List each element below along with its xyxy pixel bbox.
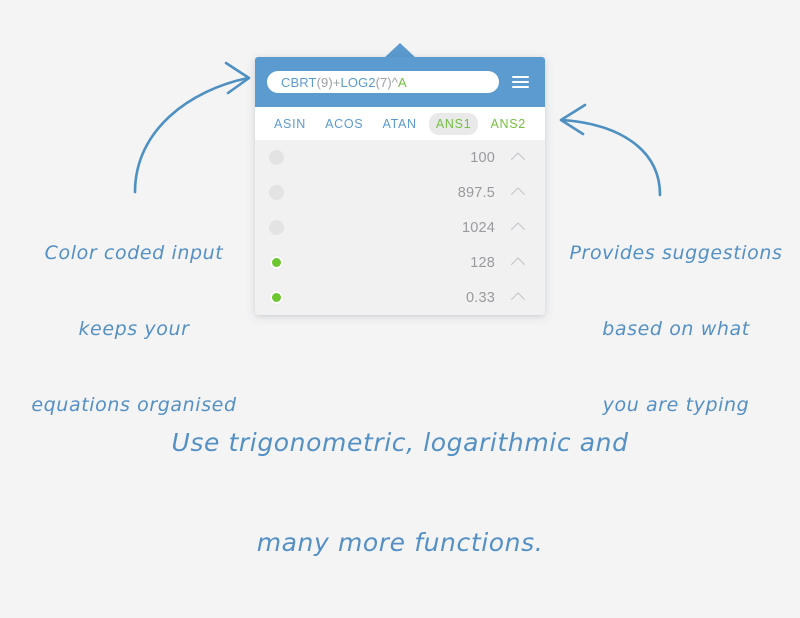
arrow-to-tabs-curve: [560, 118, 662, 197]
arrow-to-tabs-head: [559, 103, 587, 136]
calculator-popup-panel: CBRT(9)+LOG2(7)^A ASIN ACOS ATAN ANS1 ANS2 1…: [255, 57, 545, 315]
equation-input[interactable]: CBRT(9)+LOG2(7)^A: [267, 71, 499, 93]
chevron-up-glyph: [510, 256, 526, 271]
suggestion-tab-ans1[interactable]: ANS1: [428, 112, 479, 135]
result-row[interactable]: 0.33: [255, 280, 545, 315]
status-dot-inactive[interactable]: [269, 150, 284, 165]
chevron-up-icon[interactable]: [507, 217, 529, 239]
result-value: 128: [470, 254, 495, 271]
suggestion-tab-atan[interactable]: ATAN: [375, 113, 423, 135]
results-list: 100 897.5 1024 128 0.33: [255, 140, 545, 315]
result-value: 0.33: [465, 289, 495, 306]
chevron-up-icon[interactable]: [507, 147, 529, 169]
annotation-right-line-1: Provides suggestions: [569, 242, 783, 264]
result-row[interactable]: 897.5: [255, 175, 545, 210]
chevron-up-glyph: [510, 186, 526, 201]
result-value: 1024: [461, 219, 495, 236]
arrow-to-input-curve: [133, 76, 250, 194]
suggestion-tab-ans2[interactable]: ANS2: [483, 113, 532, 135]
annotation-bottom-line-2: many more functions.: [256, 528, 544, 557]
result-row[interactable]: 100: [255, 140, 545, 175]
promo-screenshot: Color coded input keeps your equations o…: [0, 0, 800, 557]
menu-bar-3: [511, 86, 529, 88]
result-value: 897.5: [457, 184, 495, 201]
panel-header: CBRT(9)+LOG2(7)^A: [255, 57, 545, 107]
chevron-up-glyph: [510, 221, 526, 236]
annotation-right-line-2: based on what: [602, 318, 750, 340]
status-dot-inactive[interactable]: [269, 220, 284, 235]
chevron-up-icon[interactable]: [507, 182, 529, 204]
annotation-left-line-1: Color coded input: [44, 242, 224, 264]
result-row[interactable]: 128: [255, 245, 545, 280]
annotation-bottom: Use trigonometric, logarithmic and many …: [120, 368, 680, 618]
equation-token-var: A: [398, 74, 407, 90]
panel-pointer-triangle: [384, 43, 416, 58]
annotation-left-line-2: keeps your: [78, 318, 190, 340]
equation-input-value: CBRT(9)+LOG2(7)^A: [281, 75, 407, 90]
annotation-bottom-line-1: Use trigonometric, logarithmic and: [171, 428, 629, 457]
result-value: 100: [470, 149, 495, 166]
hamburger-menu-icon[interactable]: [505, 67, 535, 97]
arrow-to-input-head: [224, 61, 251, 95]
status-dot-inactive[interactable]: [269, 185, 284, 200]
chevron-up-glyph: [510, 291, 526, 306]
chevron-up-glyph: [510, 151, 526, 166]
equation-token-fn: LOG2: [340, 74, 376, 90]
result-row[interactable]: 1024: [255, 210, 545, 245]
suggestion-tab-acos[interactable]: ACOS: [318, 113, 370, 135]
status-dot-active[interactable]: [269, 290, 284, 305]
chevron-up-icon[interactable]: [507, 252, 529, 274]
chevron-up-icon[interactable]: [507, 287, 529, 309]
suggestion-tab-asin[interactable]: ASIN: [267, 113, 313, 135]
status-dot-active[interactable]: [269, 255, 284, 270]
suggestion-tabs: ASIN ACOS ATAN ANS1 ANS2: [255, 107, 545, 140]
equation-token-fn: CBRT: [281, 74, 317, 90]
menu-bar-1: [511, 76, 529, 78]
menu-bar-2: [511, 81, 529, 83]
